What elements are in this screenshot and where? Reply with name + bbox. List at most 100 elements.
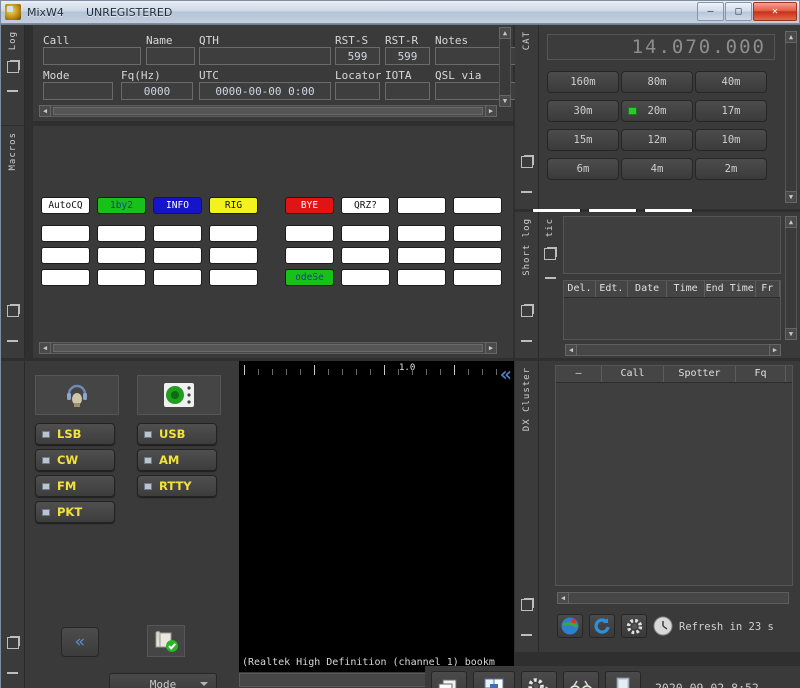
scroll-left-icon[interactable]: ◀: [39, 105, 51, 117]
macro-button-r3-c6[interactable]: [341, 247, 390, 264]
dx-cluster-grid-body[interactable]: [556, 383, 792, 585]
short-log-horizontal-scrollbar[interactable]: ◀ ▶: [565, 344, 781, 356]
band-button-2m[interactable]: 2m: [695, 158, 767, 180]
macro-button-r2-c8[interactable]: [453, 225, 502, 242]
gear-icon[interactable]: [621, 614, 647, 638]
band-button-15m[interactable]: 15m: [547, 129, 619, 151]
mode-select-dropdown[interactable]: Mode: [109, 673, 217, 688]
short-log-grid-body[interactable]: [564, 298, 780, 339]
column-header-edt[interactable]: Edt.: [596, 281, 628, 297]
input-rst-s[interactable]: 599: [335, 47, 380, 65]
windows-cascade-icon[interactable]: [431, 671, 467, 688]
frequency-display[interactable]: 14.070.000: [547, 34, 775, 60]
macro-button-r1-c8[interactable]: [453, 197, 502, 214]
input-utc[interactable]: 0000-00-00 0:00: [199, 82, 331, 100]
macro-button-r4-c6[interactable]: [341, 269, 390, 286]
log-form-vertical-scrollbar[interactable]: ▲ ▼: [499, 27, 511, 107]
binoculars-icon[interactable]: [563, 671, 599, 688]
macro-button-r4-c5[interactable]: odeSe: [285, 269, 334, 286]
macro-button-r4-c8[interactable]: [453, 269, 502, 286]
input-fq[interactable]: 0000: [121, 82, 193, 100]
sidebar-item-tic[interactable]: tic: [545, 218, 555, 237]
macro-button-r1-c4[interactable]: RIG: [209, 197, 258, 214]
short-log-scroll-left-icon[interactable]: ◀: [565, 344, 577, 356]
scroll-right-icon[interactable]: ▶: [485, 105, 497, 117]
macro-button-r1-c7[interactable]: [397, 197, 446, 214]
mode-button-am[interactable]: AM: [137, 449, 217, 471]
macro-button-r2-c3[interactable]: [153, 225, 202, 242]
band-button-10m[interactable]: 10m: [695, 129, 767, 151]
macro-button-r1-c1[interactable]: AutoCQ: [41, 197, 90, 214]
cat-vertical-scrollbar[interactable]: ▲ ▼: [785, 31, 797, 203]
band-button-4m[interactable]: 4m: [621, 158, 693, 180]
close-button[interactable]: ✕: [753, 2, 797, 21]
macro-button-r2-c7[interactable]: [397, 225, 446, 242]
short-log-scroll-right-icon[interactable]: ▶: [769, 344, 781, 356]
input-call[interactable]: [43, 47, 141, 65]
macros-restore-icon[interactable]: [6, 304, 20, 318]
macro-button-r3-c5[interactable]: [285, 247, 334, 264]
macro-button-r4-c3[interactable]: [153, 269, 202, 286]
cat-restore-icon[interactable]: [520, 155, 534, 169]
input-name[interactable]: [146, 47, 195, 65]
waterfall-display[interactable]: 1.0 « (Realtek High Definition (channel …: [239, 361, 514, 672]
column-header-fr[interactable]: Fr: [756, 281, 780, 297]
band-button-12m[interactable]: 12m: [621, 129, 693, 151]
sidebar-item-cat[interactable]: CAT: [522, 31, 532, 50]
macro-button-r2-c2[interactable]: [97, 225, 146, 242]
macro-button-r2-c1[interactable]: [41, 225, 90, 242]
mode-button-fm[interactable]: FM: [35, 475, 115, 497]
band-button-17m[interactable]: 17m: [695, 100, 767, 122]
mode-button-pkt[interactable]: PKT: [35, 501, 115, 523]
scroll-up-icon[interactable]: ▲: [499, 27, 511, 39]
dx-cluster-horizontal-scrollbar[interactable]: ◀: [557, 592, 789, 604]
short-log-vertical-scrollbar[interactable]: ▲ ▼: [785, 216, 797, 340]
scroll-down-icon[interactable]: ▼: [499, 95, 511, 107]
macro-button-r4-c4[interactable]: [209, 269, 258, 286]
macro-button-r4-c7[interactable]: [397, 269, 446, 286]
cat-scroll-up-icon[interactable]: ▲: [785, 31, 797, 43]
band-button-80m[interactable]: 80m: [621, 71, 693, 93]
headset-icon[interactable]: [35, 375, 119, 415]
globe-icon[interactable]: [557, 614, 583, 638]
input-mode[interactable]: [43, 82, 113, 100]
modes-restore-icon[interactable]: [6, 636, 20, 650]
log-form-horizontal-scrollbar[interactable]: ◀ ▶: [39, 105, 497, 117]
short-log-grid[interactable]: Del.Edt.DateTimeEnd TimeFr: [563, 280, 781, 340]
cat-minimize-icon[interactable]: [520, 185, 534, 199]
column-header-call[interactable]: Call: [602, 366, 664, 382]
input-qth[interactable]: [199, 47, 331, 65]
band-button-30m[interactable]: 30m: [547, 100, 619, 122]
column-header-time[interactable]: Time: [667, 281, 705, 297]
macro-button-r3-c4[interactable]: [209, 247, 258, 264]
rewind-button[interactable]: «: [61, 627, 99, 657]
macro-button-r3-c1[interactable]: [41, 247, 90, 264]
tic-minimize-icon[interactable]: [543, 271, 557, 285]
macro-button-r2-c5[interactable]: [285, 225, 334, 242]
dx-scroll-left-icon[interactable]: ◀: [557, 592, 569, 604]
door-exit-icon[interactable]: [605, 671, 641, 688]
scroll-thumb[interactable]: [53, 107, 483, 115]
short-log-minimize-icon[interactable]: [520, 334, 534, 348]
dx-cluster-minimize-icon[interactable]: [520, 628, 534, 642]
column-header-[interactable]: –: [556, 366, 602, 382]
macros-scroll-right-icon[interactable]: ▶: [485, 342, 497, 354]
band-button-40m[interactable]: 40m: [695, 71, 767, 93]
macro-button-r4-c1[interactable]: [41, 269, 90, 286]
gears-icon[interactable]: [521, 671, 557, 688]
column-header-endtime[interactable]: End Time: [705, 281, 756, 297]
cat-scroll-down-icon[interactable]: ▼: [785, 191, 797, 203]
short-log-scroll-up-icon[interactable]: ▲: [785, 216, 797, 228]
column-header-date[interactable]: Date: [628, 281, 667, 297]
macro-button-r1-c2[interactable]: 1by2: [97, 197, 146, 214]
macro-button-r2-c6[interactable]: [341, 225, 390, 242]
macro-button-r3-c8[interactable]: [453, 247, 502, 264]
macros-minimize-icon[interactable]: [6, 334, 20, 348]
short-log-notes-area[interactable]: [563, 216, 781, 274]
sidebar-item-macros[interactable]: Macros: [8, 132, 18, 171]
layout-grid-icon[interactable]: [473, 671, 515, 688]
maximize-button[interactable]: □: [725, 2, 752, 21]
macro-button-r1-c6[interactable]: QRZ?: [341, 197, 390, 214]
mode-button-usb[interactable]: USB: [137, 423, 217, 445]
short-log-restore-icon[interactable]: [520, 304, 534, 318]
